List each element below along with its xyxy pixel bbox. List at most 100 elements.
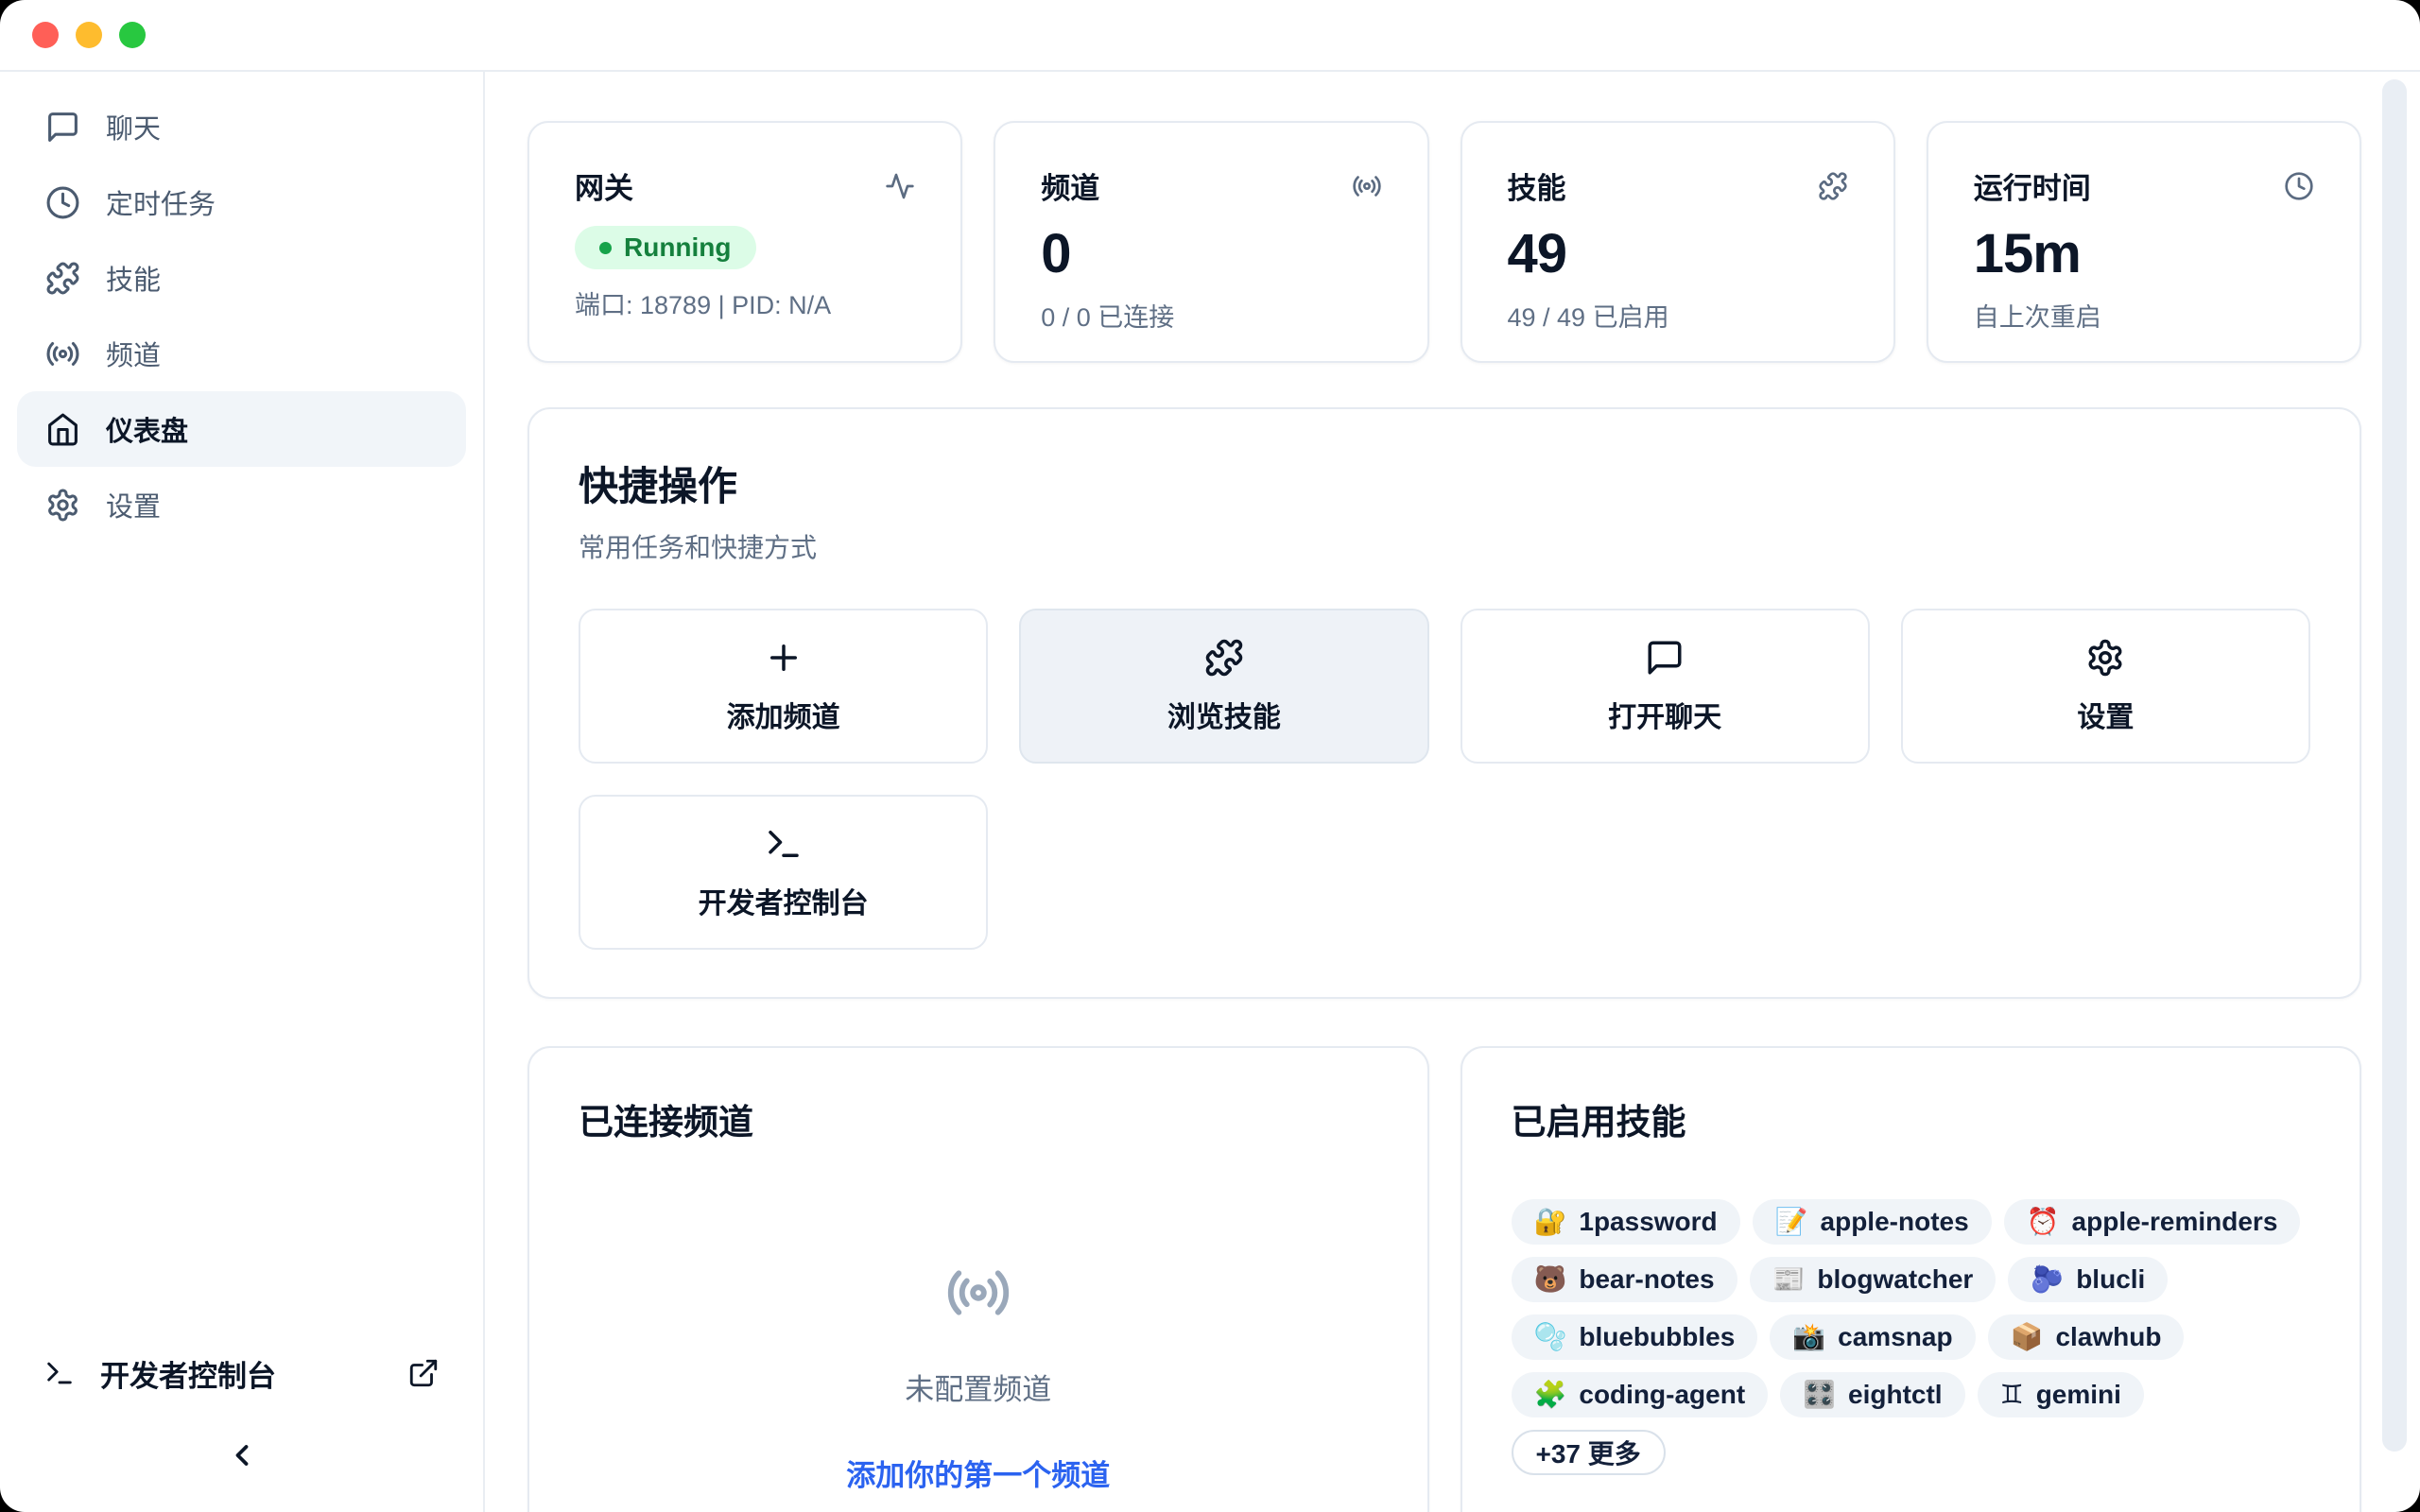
terminal-icon [43,1357,76,1389]
puzzle-icon [1818,171,1848,201]
stats-row: 网关 Running 端口: 18789 | PID: N/A 频道 0 [527,121,2361,363]
sidebar-item-label: 频道 [106,334,161,373]
package-emoji: 📦 [2011,1324,2044,1350]
sidebar-item-label: 聊天 [106,107,161,146]
add-first-channel-link[interactable]: 添加你的第一个频道 [846,1452,1110,1494]
skill-chip-bear-notes[interactable]: 🐻 bear-notes [1512,1257,1737,1302]
scrollbar-thumb[interactable] [2382,79,2407,1452]
chevron-left-icon[interactable] [225,1438,259,1472]
skill-chip-label: bluebubbles [1579,1322,1735,1352]
browse-skills-button[interactable]: 浏览技能 [1019,609,1428,764]
gear-icon [45,488,80,523]
skill-chips: 🔐 1password 📝 apple-notes ⏰ apple-reminders… [1512,1199,2311,1475]
add-channel-button[interactable]: 添加频道 [579,609,988,764]
bubbles-emoji: 🫧 [1534,1324,1567,1350]
skill-chip-label: apple-notes [1821,1207,1969,1237]
minimize-button[interactable] [76,22,102,48]
developer-console-link[interactable]: 开发者控制台 [0,1334,483,1412]
add-channel-label: 添加频道 [727,694,840,735]
skill-chip-label: bear-notes [1579,1264,1714,1295]
radio-icon [1352,171,1382,201]
connected-channels-title: 已连接频道 [579,1093,1378,1144]
connected-channels-panel: 已连接频道 未配置频道 添加你的第一个频道 [527,1046,1429,1512]
skill-chip-label: apple-reminders [2072,1207,2278,1237]
channels-card-title: 频道 [1041,164,1099,207]
puzzle-emoji: 🧩 [1534,1382,1567,1408]
bottom-panels: 已连接频道 未配置频道 添加你的第一个频道 已启用技能 🔐 1password 📝… [527,1046,2361,1512]
gear-icon [2085,638,2125,678]
alarm-clock-emoji: ⏰ [2027,1209,2060,1235]
home-icon [45,412,80,447]
enabled-skills-panel: 已启用技能 🔐 1password 📝 apple-notes ⏰ apple-rem… [1461,1046,2362,1512]
bear-emoji: 🐻 [1534,1266,1567,1293]
sidebar-item-cron-tasks[interactable]: 定时任务 [17,164,466,240]
terminal-icon [764,824,804,864]
chat-icon [45,110,80,145]
skill-chip-1password[interactable]: 🔐 1password [1512,1199,1740,1245]
skill-chip-clawhub[interactable]: 📦clawhub [1988,1314,2185,1360]
skill-chip-label: eightctl [1848,1380,1943,1410]
skill-chip-coding-agent[interactable]: 🧩 coding-agent [1512,1372,1769,1418]
channels-stat-card: 频道 0 0 / 0 已连接 [994,121,1428,363]
activity-icon [885,171,915,201]
skill-chip-blucli[interactable]: 🫐blucli [2008,1257,2168,1302]
sidebar: 聊天 定时任务 技能 频道 仪表盘 设置 [0,72,485,1512]
enabled-skills-title: 已启用技能 [1512,1093,2311,1144]
sidebar-item-channels[interactable]: 频道 [17,316,466,391]
skill-chip-label: gemini [2036,1380,2121,1410]
gateway-status-text: Running [624,232,732,263]
settings-label: 设置 [2077,694,2134,735]
uptime-sub-text: 自上次重启 [1974,297,2314,334]
quick-actions-subtitle: 常用任务和快捷方式 [579,527,2310,565]
skills-count: 49 [1508,222,1848,285]
browse-skills-label: 浏览技能 [1167,694,1281,735]
quick-actions-title: 快捷操作 [579,455,2310,512]
channels-empty-text: 未配置频道 [905,1366,1051,1408]
channels-connected-text: 0 / 0 已连接 [1041,297,1381,334]
clock-icon [45,185,80,220]
gateway-stat-card: 网关 Running 端口: 18789 | PID: N/A [527,121,962,363]
status-dot [599,242,612,254]
sidebar-item-settings[interactable]: 设置 [17,467,466,542]
skill-chip-blogwatcher[interactable]: 📰blogwatcher [1750,1257,1996,1302]
clock-icon [2284,171,2314,201]
control-knobs-emoji: 🎛️ [1803,1382,1836,1408]
lock-key-emoji: 🔐 [1534,1209,1567,1235]
gemini-emoji: ♊ [2000,1382,2024,1408]
developer-console-label: 开发者控制台 [699,880,869,921]
skills-enabled-text: 49 / 49 已启用 [1508,297,1848,334]
settings-button[interactable]: 设置 [1901,609,2310,764]
app-window: 聊天 定时任务 技能 频道 仪表盘 设置 [0,0,2420,1512]
sidebar-item-chat[interactable]: 聊天 [17,89,466,164]
skill-chip-apple-reminders[interactable]: ⏰ apple-reminders [2004,1199,2301,1245]
developer-console-label: 开发者控制台 [100,1352,276,1395]
puzzle-icon [1204,638,1244,678]
more-skills-chip[interactable]: +37 更多 [1512,1430,1666,1475]
skill-chip-label: coding-agent [1579,1380,1745,1410]
zoom-button[interactable] [119,22,146,48]
gateway-port-pid: 端口: 18789 | PID: N/A [575,284,915,321]
skill-chip-eightctl[interactable]: 🎛️ eightctl [1780,1372,1964,1418]
skill-chip-label: blucli [2076,1264,2145,1295]
skill-chip-camsnap[interactable]: 📸camsnap [1770,1314,1975,1360]
skill-chip-apple-notes[interactable]: 📝 apple-notes [1753,1199,1992,1245]
open-chat-button[interactable]: 打开聊天 [1461,609,1870,764]
skill-chip-label: 1password [1579,1207,1717,1237]
external-link-icon[interactable] [407,1357,440,1389]
quick-actions-panel: 快捷操作 常用任务和快捷方式 添加频道 浏览技能 打开聊天 [527,407,2361,999]
sidebar-item-skills[interactable]: 技能 [17,240,466,316]
channels-count: 0 [1041,222,1381,285]
close-button[interactable] [32,22,59,48]
radio-icon [945,1260,1011,1326]
uptime-card-title: 运行时间 [1974,164,2091,207]
sidebar-item-label: 定时任务 [106,182,216,222]
sidebar-item-dashboard[interactable]: 仪表盘 [17,391,466,467]
developer-console-button[interactable]: 开发者控制台 [579,795,988,950]
skills-card-title: 技能 [1508,164,1566,207]
plus-icon [764,638,804,678]
open-chat-label: 打开聊天 [1608,694,1721,735]
skill-chip-gemini[interactable]: ♊ gemini [1978,1372,2144,1418]
skill-chip-bluebubbles[interactable]: 🫧 bluebubbles [1512,1314,1758,1360]
memo-emoji: 📝 [1775,1209,1808,1235]
skill-chip-label: camsnap [1838,1322,1952,1352]
